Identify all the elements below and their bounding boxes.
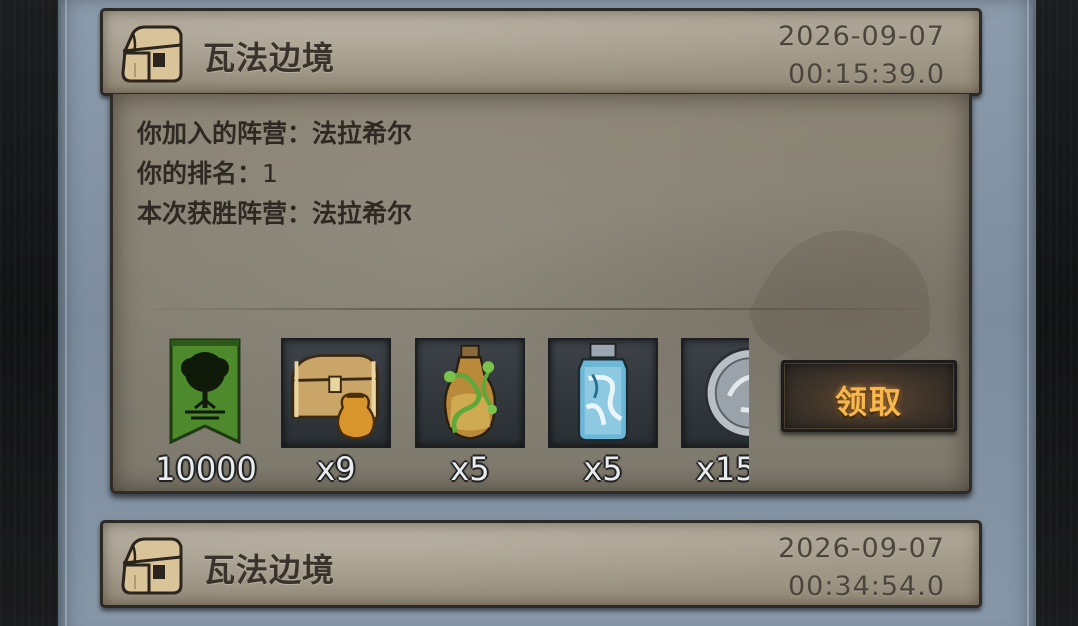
faction-label: 你加入的阵营： xyxy=(137,119,313,148)
reward-count: x150 xyxy=(695,450,749,488)
faction-banner-icon xyxy=(169,338,241,445)
mail-date: 2026-09-07 xyxy=(778,533,945,564)
crystal-bottle-icon xyxy=(577,342,629,442)
mail-title: 瓦法边境 xyxy=(203,551,336,589)
reward-count: 10000 xyxy=(155,450,257,488)
mail-time: 00:34:54.0 xyxy=(787,571,945,602)
mail-header[interactable]: 瓦法边境 2026-09-07 00:15:39.0 xyxy=(100,8,982,96)
vine-potion-icon xyxy=(443,344,497,440)
reward-item[interactable]: x5 xyxy=(415,338,525,488)
reward-item[interactable]: x5 xyxy=(548,338,658,488)
reward-count: x9 xyxy=(316,450,356,488)
rank-value: 1 xyxy=(262,159,278,188)
rank-label: 你的排名： xyxy=(137,159,263,188)
mail-body: 你加入的阵营：法拉希尔 你的排名：1 本次获胜阵营：法拉希尔 10000 x9 … xyxy=(110,94,972,494)
mail-header[interactable]: 瓦法边境 2026-09-07 00:34:54.0 xyxy=(100,520,982,608)
winner-value: 法拉希尔 xyxy=(312,199,413,228)
left-background xyxy=(0,0,60,626)
chest-and-sack-icon xyxy=(291,353,379,440)
mail-date: 2026-09-07 xyxy=(778,21,945,52)
silver-coin-icon xyxy=(704,347,749,439)
reward-count: x5 xyxy=(583,450,623,488)
reward-item[interactable]: 10000 xyxy=(151,338,261,488)
winner-line: 本次获胜阵营：法拉希尔 xyxy=(137,194,412,234)
divider xyxy=(133,308,949,310)
claim-button[interactable]: 领取 xyxy=(781,360,957,432)
mail-info: 你加入的阵营：法拉希尔 你的排名：1 本次获胜阵营：法拉希尔 xyxy=(137,114,412,234)
faction-value: 法拉希尔 xyxy=(312,119,413,148)
mail-time: 00:15:39.0 xyxy=(787,59,945,90)
reward-item[interactable]: x9 xyxy=(281,338,391,488)
treasure-chest-icon xyxy=(121,537,183,595)
treasure-chest-icon xyxy=(121,25,183,83)
rank-line: 你的排名：1 xyxy=(137,154,412,194)
mail-title: 瓦法边境 xyxy=(203,39,336,77)
reward-count: x5 xyxy=(450,450,490,488)
reward-item[interactable]: x150 xyxy=(681,338,749,488)
winner-label: 本次获胜阵营： xyxy=(137,199,313,228)
faction-line: 你加入的阵营：法拉希尔 xyxy=(137,114,412,154)
claim-label: 领取 xyxy=(834,383,903,421)
reward-list[interactable]: 10000 x9 x5 x5 x15 xyxy=(113,334,749,494)
